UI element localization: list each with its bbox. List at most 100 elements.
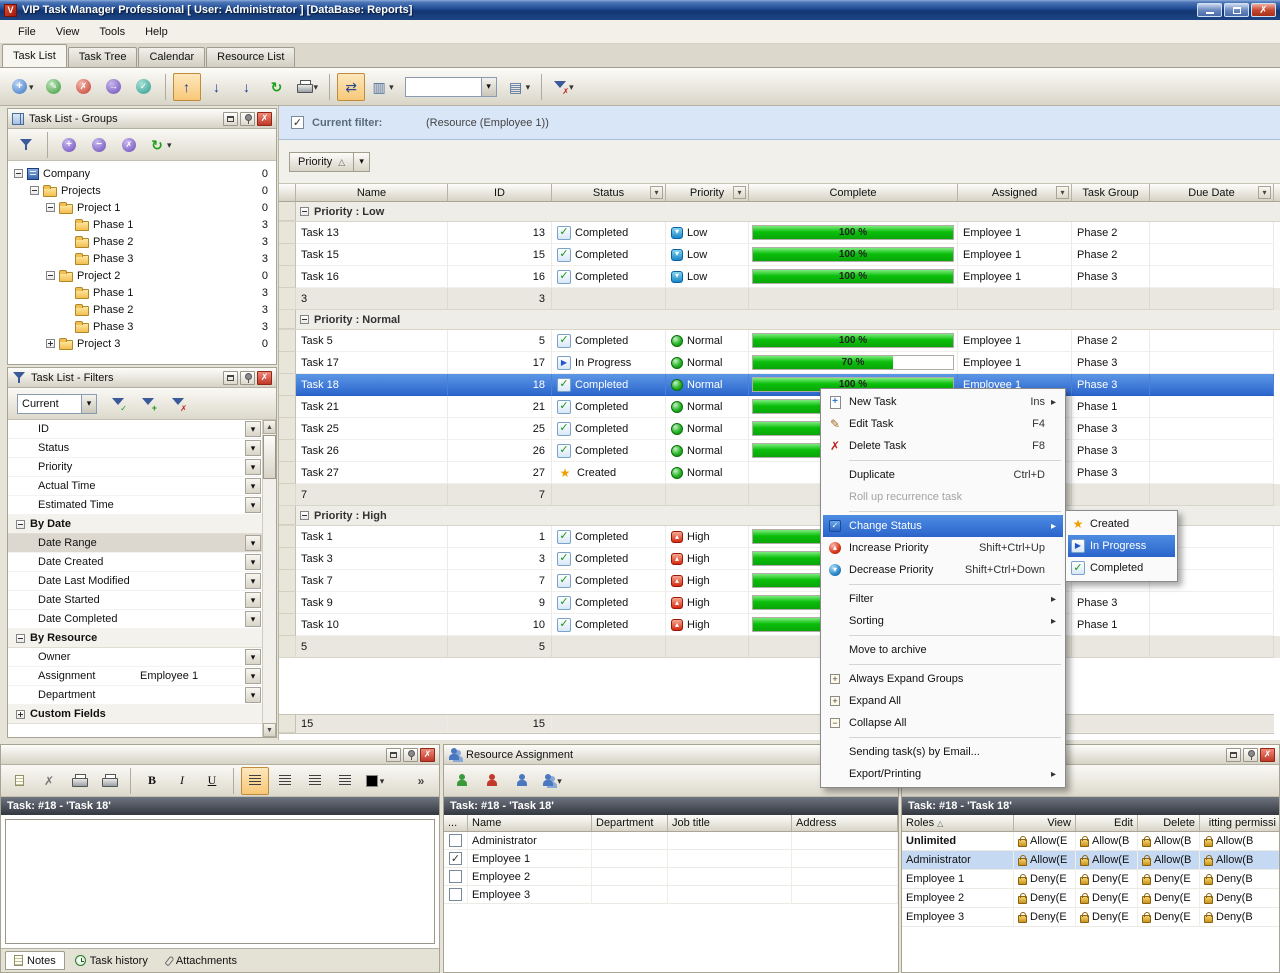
chevron-down-icon[interactable] [380, 775, 385, 787]
toolbar-overflow-button[interactable] [407, 767, 435, 795]
permission-row[interactable]: Employee 2Deny(EDeny(EDeny(EDeny(B [902, 889, 1279, 908]
filter-dropdown-icon[interactable] [733, 186, 746, 199]
tab-task-list[interactable]: Task List [2, 44, 67, 67]
font-color-button[interactable] [361, 767, 389, 795]
chevron-down-icon[interactable] [481, 78, 496, 96]
scroll-down-icon[interactable] [263, 723, 276, 737]
permissions-column-roles[interactable]: Roles [902, 815, 1014, 831]
menu-tools[interactable]: Tools [89, 23, 135, 41]
collapse-icon[interactable] [30, 186, 39, 195]
collapse-icon[interactable] [300, 207, 309, 216]
move-bottom-button[interactable] [233, 73, 261, 101]
panel-close-button[interactable] [420, 748, 435, 762]
assign-all-button[interactable] [508, 767, 536, 795]
menu-item-decrease-priority[interactable]: Decrease PriorityShift+Ctrl+Down [823, 559, 1063, 581]
current-filter-checkbox[interactable] [291, 116, 304, 129]
column-header-assigned[interactable]: Assigned [958, 184, 1072, 201]
tree-item-phase-3[interactable]: Phase 33 [8, 318, 276, 335]
chevron-down-icon[interactable] [557, 775, 562, 787]
filter-item-owner[interactable]: Owner [8, 648, 276, 667]
chevron-down-icon[interactable] [314, 81, 319, 93]
tab-notes[interactable]: Notes [5, 951, 65, 970]
panel-restore-button[interactable] [223, 112, 238, 126]
minimize-button[interactable] [1197, 3, 1222, 17]
task-row[interactable]: Task 1717In ProgressNormal70 %Employee 1… [279, 352, 1280, 374]
chevron-down-icon[interactable] [245, 535, 261, 551]
menu-item-edit-task[interactable]: Edit TaskF4 [823, 413, 1063, 435]
collapse-icon[interactable] [16, 520, 25, 529]
filter-item-department[interactable]: Department [8, 686, 276, 705]
chevron-down-icon[interactable] [245, 478, 261, 494]
tree-item-project-1[interactable]: Project 10 [8, 199, 276, 216]
resource-checkbox[interactable] [449, 852, 462, 865]
chevron-down-icon[interactable] [245, 687, 261, 703]
columns-button[interactable] [367, 73, 398, 101]
tree-item-phase-2[interactable]: Phase 23 [8, 301, 276, 318]
permission-row[interactable]: AdministratorAllow(EAllow(EAllow(BAllow(… [902, 851, 1279, 870]
delete-note-button[interactable] [35, 767, 63, 795]
collapse-icon[interactable] [46, 271, 55, 280]
menu-item-sorting[interactable]: Sorting [823, 610, 1063, 632]
tree-item-phase-1[interactable]: Phase 13 [8, 216, 276, 233]
tree-item-project-2[interactable]: Project 20 [8, 267, 276, 284]
filter-item-actual-time[interactable]: Actual Time [8, 477, 276, 496]
chevron-down-icon[interactable] [389, 81, 394, 93]
tree-item-phase-3[interactable]: Phase 33 [8, 250, 276, 267]
menu-item-completed[interactable]: Completed [1068, 557, 1175, 579]
tree-item-phase-1[interactable]: Phase 13 [8, 284, 276, 301]
scrollbar-thumb[interactable] [263, 435, 276, 479]
resource-checkbox[interactable] [449, 834, 462, 847]
panel-pin-button[interactable] [403, 748, 418, 762]
chevron-down-icon[interactable] [245, 611, 261, 627]
panel-close-button[interactable] [257, 371, 272, 385]
tab-task-history[interactable]: Task history [66, 951, 157, 970]
menu-item-filter[interactable]: Filter [823, 588, 1063, 610]
clear-filter-button[interactable] [549, 73, 578, 101]
task-row[interactable]: Task 2525CompletedNormal100 %Phase 3 [279, 418, 1280, 440]
permissions-column-itting-permissi[interactable]: itting permissi [1200, 815, 1280, 831]
collapse-icon[interactable] [16, 634, 25, 643]
filter-preset-combo[interactable]: Current [17, 394, 97, 414]
menu-item-duplicate[interactable]: DuplicateCtrl+D [823, 464, 1063, 486]
menu-item-created[interactable]: Created [1068, 513, 1175, 535]
groups-clear-button[interactable] [115, 131, 143, 159]
refresh-button[interactable] [263, 73, 291, 101]
complete-task-button[interactable] [130, 73, 158, 101]
filter-group-custom-fields[interactable]: Custom Fields [8, 705, 276, 724]
menu-item-increase-priority[interactable]: Increase PriorityShift+Ctrl+Up [823, 537, 1063, 559]
toggle-panels-button[interactable] [337, 73, 365, 101]
panel-restore-button[interactable] [1226, 748, 1241, 762]
edit-task-button[interactable] [40, 73, 68, 101]
panel-restore-button[interactable] [386, 748, 401, 762]
chevron-down-icon[interactable] [245, 649, 261, 665]
field-chooser-button[interactable] [504, 73, 535, 101]
column-header-task-group[interactable]: Task Group [1072, 184, 1150, 201]
column-header-status[interactable]: Status [552, 184, 666, 201]
tree-item-phase-2[interactable]: Phase 23 [8, 233, 276, 250]
filter-item-priority[interactable]: Priority [8, 458, 276, 477]
tree-item-company[interactable]: Company0 [8, 165, 276, 182]
groups-filter-button[interactable] [12, 131, 40, 159]
resource-column-department[interactable]: Department [592, 815, 668, 831]
permission-row[interactable]: Employee 1Deny(EDeny(EDeny(EDeny(B [902, 870, 1279, 889]
filter-item-id[interactable]: ID [8, 420, 276, 439]
new-task-button[interactable] [8, 73, 38, 101]
filter-dropdown-icon[interactable] [650, 186, 663, 199]
menu-view[interactable]: View [46, 23, 90, 41]
collapse-icon[interactable] [300, 511, 309, 520]
bullet-list-button[interactable] [331, 767, 359, 795]
tab-calendar[interactable]: Calendar [138, 47, 205, 67]
menu-item-change-status[interactable]: Change Status [823, 515, 1063, 537]
expand-icon[interactable] [46, 339, 55, 348]
permission-row[interactable]: Employee 3Deny(EDeny(EDeny(EDeny(B [902, 908, 1279, 927]
collapse-icon[interactable] [300, 315, 309, 324]
chevron-down-icon[interactable] [81, 395, 96, 413]
chevron-down-icon[interactable] [245, 573, 261, 589]
view-preset-combo[interactable] [405, 77, 497, 97]
align-center-button[interactable] [271, 767, 299, 795]
chevron-down-icon[interactable] [245, 592, 261, 608]
menu-item-expand-all[interactable]: Expand All [823, 690, 1063, 712]
filter-apply-button[interactable] [104, 390, 132, 418]
assign-resource-button[interactable] [100, 73, 128, 101]
tab-resource-list[interactable]: Resource List [206, 47, 295, 67]
